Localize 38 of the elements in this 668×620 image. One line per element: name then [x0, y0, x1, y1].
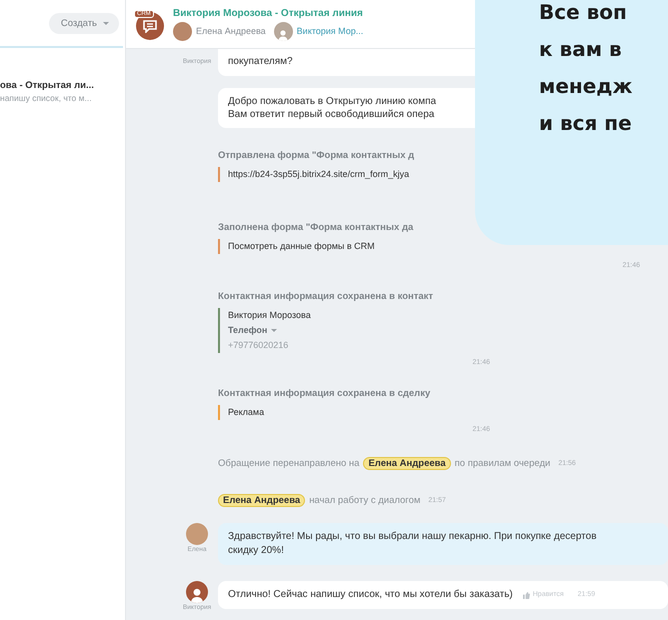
message-text: покупателям? [228, 55, 293, 69]
event-text: по правилам очереди [454, 458, 550, 469]
avatar-silhouette-icon [274, 22, 293, 40]
notification-title: Отправлена форма "Форма контактных д [218, 150, 416, 161]
user-mention[interactable]: Елена Андреева [218, 494, 306, 507]
user-mention[interactable]: Елена Андреева [363, 457, 451, 470]
avatar-photo-placeholder [173, 22, 192, 40]
chat-title[interactable]: Виктория Морозова - Открытая линия [173, 8, 364, 18]
phone-dropdown[interactable]: Телефон [228, 325, 278, 335]
message-text: скидку 20%! [228, 544, 284, 558]
avatar-silhouette-icon [186, 581, 208, 603]
callout-text: менедж [539, 73, 634, 100]
message-text: Добро пожаловать в Открытую линию компа [228, 95, 436, 108]
notification-text: +79776020216 [228, 340, 288, 350]
event-text: Обращение перенаправлено на [218, 458, 360, 469]
chat-avatar [136, 12, 164, 40]
callout-text: и вся пе [539, 110, 633, 137]
notification-text: Виктория Морозова [228, 310, 311, 320]
chat-list-item[interactable]: ова - Открытая ли... напишу список, что м... [0, 48, 125, 103]
message-text: Отлично! Сейчас напишу список, что мы хотели бы заказать) [228, 588, 513, 602]
create-button[interactable]: Создать [48, 12, 119, 34]
participant-name[interactable]: Виктория Мор... [296, 26, 364, 36]
notification-title: Контактная информация сохранена в сделку [218, 388, 432, 399]
callout-text: Все воп [539, 0, 628, 26]
caret-icon [271, 329, 278, 332]
notification-title: Заполнена форма "Форма контактных да [218, 222, 414, 233]
notification-text: https://b24-3sp55j.bitrix24.site/crm_form_kjya [228, 169, 410, 179]
event-text: начал работу с диалогом [309, 495, 420, 506]
message-text: Здравствуйте! Мы рады, что вы выбрали нашу пекарню. При покупке десертов [228, 530, 597, 544]
notification-text: Реклама [228, 407, 264, 417]
participant-name[interactable]: Елена Андреева [196, 26, 266, 36]
thumbs-up-icon [522, 592, 530, 598]
caret-icon [103, 22, 109, 24]
message-text: Вам ответит первый освободившийся опера [228, 108, 434, 121]
callout-text: к вам в [539, 36, 623, 63]
notification-title: Контактная информация сохранена в контакт [218, 291, 434, 302]
avatar-photo-placeholder [186, 523, 208, 545]
notification-text: Посмотреть данные формы в CRM [228, 241, 375, 251]
